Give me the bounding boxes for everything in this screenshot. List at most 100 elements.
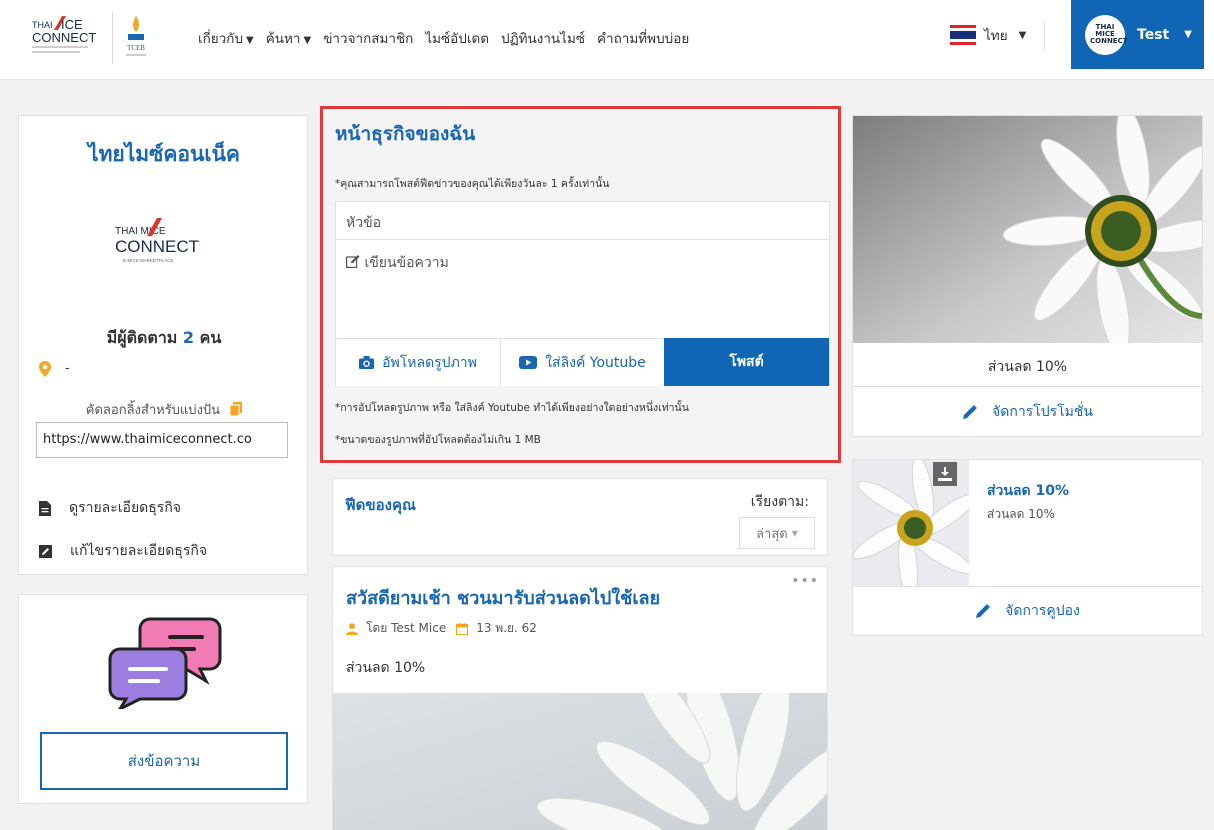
business-logo: THAI MICE CONNECT E-MICE MARKETPLACE [115, 218, 199, 263]
edit-icon [346, 255, 360, 268]
caret-down-icon: ▼ [246, 35, 254, 46]
caret-down-icon: ▼ [1018, 29, 1027, 41]
feed-post-title[interactable]: สวัสดียามเช้า ชวนมารับส่วนลดไปใช้เลย [346, 583, 660, 612]
coupon-title[interactable]: ส่วนลด 10% [987, 480, 1069, 502]
upload-image-label: อัพโหลดรูปภาพ [382, 354, 477, 371]
edit-details-label: แก้ไขรายละเอียดธุรกิจ [70, 543, 208, 559]
post-form: หัวข้อ เขียนข้อความ อัพโหลดรูปภาพ ใส่ลิง… [335, 201, 830, 386]
sort-select[interactable]: ล่าสุด ▼ [739, 517, 815, 549]
tceb-logo[interactable]: TCEB [118, 12, 154, 64]
promotion-text: ส่วนลด 10% [987, 359, 1068, 375]
main-nav: เกี่ยวกับ ▼ ค้นหา ▼ ข่าวจากสมาชิก ไมซ์อัปเ… [198, 27, 689, 49]
nav-about[interactable]: เกี่ยวกับ ▼ [198, 27, 254, 49]
logo-divider [112, 12, 113, 64]
image-size-note: *ขนาดของรูปภาพที่อัปโหลดต้องไม่เกิน 1 MB [335, 434, 541, 446]
send-message-button[interactable]: ส่งข้อความ [40, 732, 288, 790]
manage-coupon-link[interactable]: จัดการคูปอง [853, 600, 1202, 622]
nav-search-label: ค้นหา [265, 31, 301, 47]
camera-icon [359, 356, 375, 369]
copy-link-text: คัดลอกลิ้งสำหรับแบ่งปัน [85, 403, 221, 418]
thai-flag-icon [950, 25, 976, 45]
post-card-title: หน้าธุรกิจของฉัน [335, 123, 476, 145]
avatar-text: THAI MICE CONNECT [1090, 23, 1128, 45]
caret-down-icon: ▼ [791, 528, 798, 538]
coupon-card: ส่วนลด 10% ส่วนลด 10% จัดการคูปอง [852, 459, 1203, 636]
feed-post: ••• สวัสดียามเช้า ชวนมารับส่วนลดไปใช้เลย… [332, 566, 828, 830]
manage-coupon-label: จัดการคูปอง [1005, 603, 1080, 619]
nav-divider [1044, 20, 1045, 52]
nav-mice-update[interactable]: ไมซ์อัปเดต [425, 27, 489, 49]
user-icon [346, 622, 358, 635]
post-limit-note: *คุณสามารถโพสต์ฟีดข่าวของคุณได้เพียงวันล… [335, 178, 610, 190]
chat-bubbles-icon [108, 617, 222, 709]
nav-member-news[interactable]: ข่าวจากสมาชิก [323, 27, 413, 49]
nav-about-label: เกี่ยวกับ [198, 31, 244, 47]
feed-post-text: ส่วนลด 10% [346, 660, 426, 676]
feed-post-date: 13 พ.ย. 62 [476, 621, 537, 635]
view-business-details-link[interactable]: ดูรายละเอียดธุรกิจ [39, 497, 181, 519]
divider [853, 386, 1202, 387]
youtube-label: ใส่ลิงค์ Youtube [545, 354, 646, 371]
post-body-input[interactable]: เขียนข้อความ [336, 242, 829, 338]
post-button[interactable]: โพสต์ [664, 338, 829, 386]
post-title-input[interactable]: หัวข้อ [336, 202, 829, 240]
location-text: - [65, 361, 70, 376]
divider [853, 586, 1202, 587]
my-business-page-post-card: หน้าธุรกิจของฉัน *คุณสามารถโพสต์ฟีดข่าวข… [320, 106, 841, 463]
caret-down-icon: ▼ [303, 35, 312, 46]
pencil-icon [963, 405, 978, 419]
language-label: ไทย [984, 28, 1008, 44]
promotion-image[interactable] [853, 116, 1202, 343]
logo-tagline: E-MICE MARKETPLACE [123, 258, 174, 263]
feed-post-image[interactable] [333, 693, 828, 830]
followers-number: 2 [182, 328, 195, 347]
followers-prefix: มีผู้ติดตาม [106, 328, 178, 347]
promotion-card: ส่วนลด 10% จัดการโปรโมชั่น [852, 115, 1203, 437]
svg-text:THAI: THAI [32, 20, 53, 30]
youtube-icon [519, 356, 538, 369]
copy-link-label: คัดลอกลิ้งสำหรับแบ่งปัน [19, 399, 309, 420]
edit-icon [39, 544, 52, 558]
feed-title: ฟีดของคุณ [345, 496, 416, 514]
svg-text:TCEB: TCEB [127, 44, 145, 52]
logo-line1: THAI MICE [115, 226, 166, 237]
send-message-card: ส่งข้อความ [18, 594, 308, 804]
post-actions: อัพโหลดรูปภาพ ใส่ลิงค์ Youtube โพสต์ [336, 338, 829, 386]
feed-post-author: โดย Test Mice [366, 621, 447, 635]
document-icon [39, 500, 51, 516]
manage-promotion-link[interactable]: จัดการโปรโมชั่น [853, 401, 1202, 423]
calendar-icon [456, 622, 469, 635]
followers-suffix: คน [199, 328, 222, 347]
add-youtube-link-button[interactable]: ใส่ลิงค์ Youtube [500, 338, 664, 386]
avatar: THAI MICE CONNECT [1085, 14, 1128, 55]
upload-image-button[interactable]: อัพโหลดรูปภาพ [336, 338, 500, 386]
thaimiceconnect-logo[interactable]: THAI ICE CONNECT [28, 12, 108, 64]
share-link-field[interactable]: https://www.thaimiceconnect.co [36, 422, 288, 458]
user-menu-button[interactable]: THAI MICE CONNECT Test ▼ [1071, 0, 1204, 69]
sort-label: เรียงตาม: [750, 494, 809, 510]
copy-icon[interactable] [229, 402, 243, 417]
sort-value: ล่าสุด [756, 526, 788, 542]
manage-promotion-label: จัดการโปรโมชั่น [992, 404, 1093, 420]
logo-line2: CONNECT [115, 237, 199, 256]
nav-faq[interactable]: คำถามที่พบบ่อย [597, 27, 689, 49]
edit-business-details-link[interactable]: แก้ไขรายละเอียดธุรกิจ [39, 540, 207, 562]
download-icon[interactable] [933, 462, 957, 486]
followers-count: มีผู้ติดตาม 2 คน [19, 326, 309, 351]
business-location: - [39, 361, 70, 377]
nav-search[interactable]: ค้นหา ▼ [266, 27, 311, 49]
user-name: Test [1137, 26, 1170, 43]
feed-header: ฟีดของคุณ เรียงตาม: ล่าสุด ▼ [332, 478, 828, 556]
map-pin-icon [39, 361, 51, 377]
view-details-label: ดูรายละเอียดธุรกิจ [69, 500, 182, 516]
language-selector[interactable]: ไทย ▼ [950, 24, 1026, 46]
post-body-placeholder: เขียนข้อความ [364, 255, 449, 271]
coupon-subtitle: ส่วนลด 10% [987, 507, 1055, 521]
more-options-icon[interactable]: ••• [791, 573, 819, 589]
nav-mice-calendar[interactable]: ปฏิทินงานไมซ์ [501, 27, 585, 49]
business-profile-card: ไทยไมซ์คอนเน็ค THAI MICE CONNECT E-MICE … [18, 115, 308, 575]
top-navbar: THAI ICE CONNECT TCEB เกี่ยวกับ ▼ ค้นหา ▼ … [0, 0, 1214, 80]
business-name: ไทยไมซ์คอนเน็ค [88, 142, 240, 166]
upload-restriction-note: *การอัปโหลดรูปภาพ หรือ ใส่ลิงค์ Youtube … [335, 402, 689, 414]
feed-post-meta: โดย Test Mice 13 พ.ย. 62 [346, 619, 537, 638]
